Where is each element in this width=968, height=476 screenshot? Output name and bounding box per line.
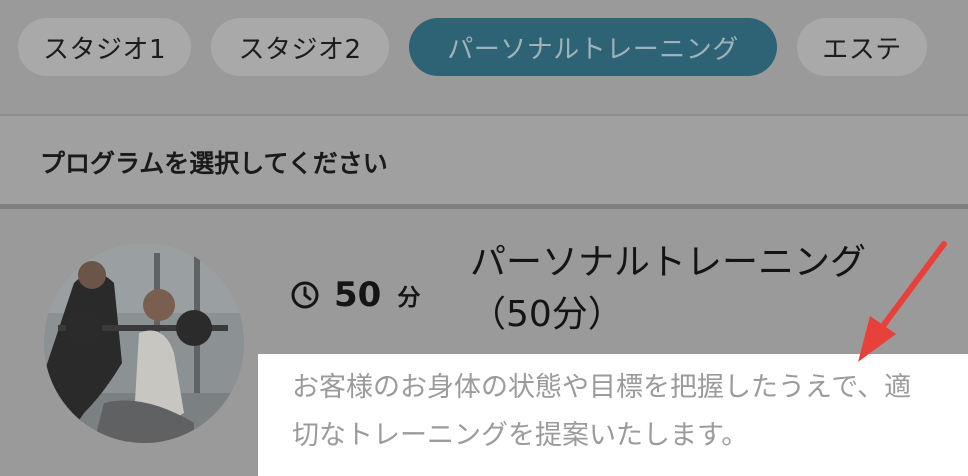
annotation-arrow <box>858 241 947 362</box>
